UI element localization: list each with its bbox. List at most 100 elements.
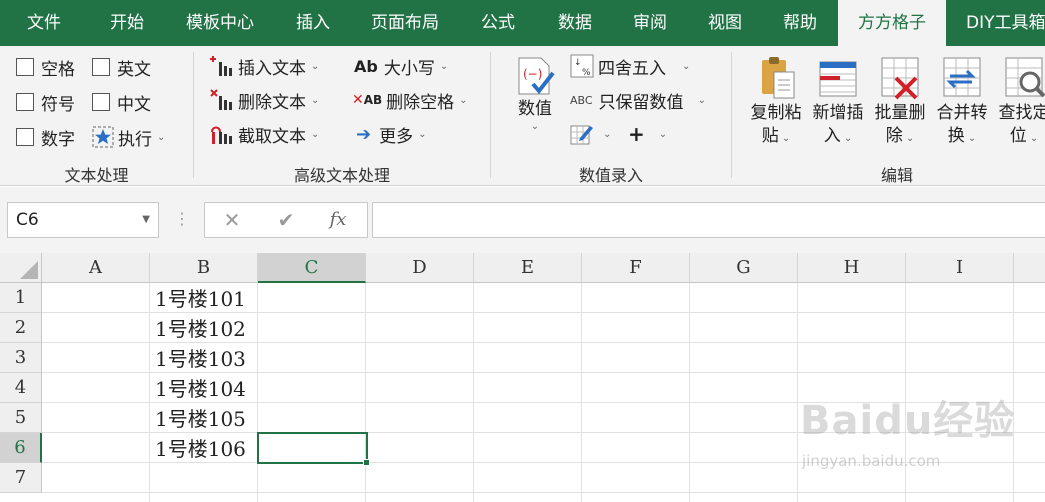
chevron-down-icon: ⌄ [1026,133,1039,144]
tab-insert[interactable]: 插入 [274,0,352,46]
column-header-partial[interactable] [1014,253,1045,283]
worksheet-grid[interactable]: ABCDEFGHI 1234567 1号楼101 1号楼102 1号楼103 1… [0,253,1045,502]
merge-convert-label-line1: 合并转 [936,103,988,123]
column-header-i[interactable]: I [906,253,1014,283]
find-locate-icon [1005,57,1045,98]
cell-b5[interactable]: 1号楼105 [150,404,246,434]
batch-delete-button[interactable]: 批量删 除 ⌄ [870,54,930,150]
formula-input[interactable] [372,202,1045,238]
tab-home[interactable]: 开始 [88,0,166,46]
column-header-g[interactable]: G [690,253,798,283]
tab-template-center[interactable]: 模板中心 [166,0,274,46]
active-cell-c6[interactable] [257,432,368,464]
vertical-dots-icon[interactable]: ⋮ [174,209,190,228]
cell-b1[interactable]: 1号楼101 [150,284,246,314]
checkbox-space[interactable]: 空格 [16,52,75,82]
select-all-corner[interactable] [0,253,42,283]
extract-text-button[interactable]: 截取文本 ⌄ [210,119,319,149]
chevron-down-icon: ⌄ [964,133,977,144]
name-box[interactable]: C6 ▼ [7,202,159,238]
chevron-down-icon: ⌄ [459,94,468,106]
keep-numbers-button[interactable]: ABC 只保留数值 ⌄ [570,85,706,115]
cell-b3[interactable]: 1号楼103 [150,344,246,374]
case-label: 大小写 [383,58,435,79]
row-header-7[interactable]: 7 [0,463,42,493]
row-header-5[interactable]: 5 [0,403,42,433]
column-header-c[interactable]: C [258,253,366,283]
merge-convert-icon [943,57,981,97]
row-header-4[interactable]: 4 [0,373,42,403]
fill-handle[interactable] [363,459,370,466]
extract-text-icon [210,122,234,146]
tab-data[interactable]: 数据 [538,0,612,46]
column-header-b[interactable]: B [150,253,258,283]
chevron-down-icon: ⌄ [697,94,706,106]
column-header-a[interactable]: A [42,253,150,283]
numeric-icon: (−) [518,57,555,95]
remove-spaces-button[interactable]: ✕ AB 删除空格 ⌄ [352,85,468,115]
ribbon: 空格 英文 符号 中文 数字 执行 ⌄ 文本处理 插入文本 ⌄ 删除文本 ⌄ 截… [0,46,1045,186]
chevron-down-icon: ⌄ [603,128,612,140]
tab-formulas[interactable]: 公式 [458,0,538,46]
copy-paste-button[interactable]: 复制粘 贴 ⌄ [746,54,806,150]
tab-view[interactable]: 视图 [688,0,762,46]
column-header-h[interactable]: H [798,253,906,283]
round-button[interactable]: ↓% 四舍五入 ⌄ [570,51,690,81]
merge-convert-button[interactable]: 合并转 换 ⌄ [932,54,992,150]
case-button[interactable]: Ab 大小写 ⌄ [354,51,448,81]
checkbox-icon [16,58,34,76]
checkbox-symbol[interactable]: 符号 [16,87,75,117]
tab-fangfang-gezi[interactable]: 方方格子 [838,0,946,46]
column-header-e[interactable]: E [474,253,582,283]
formula-buttons: ✕ ✔ fx [204,202,368,238]
chevron-down-icon: ⌄ [157,131,166,143]
column-header-d[interactable]: D [366,253,474,283]
row-header-1[interactable]: 1 [0,283,42,313]
insert-function-icon[interactable]: fx [323,203,353,237]
insert-text-label: 插入文本 [238,58,306,79]
more-button[interactable]: ➔ 更多 ⌄ [356,119,426,149]
grid-vline [689,283,690,502]
row-header-2[interactable]: 2 [0,313,42,343]
tab-page-layout[interactable]: 页面布局 [352,0,458,46]
group-label-numeric-entry: 数值录入 [578,166,643,185]
insert-text-button[interactable]: 插入文本 ⌄ [210,51,319,81]
chevron-down-icon: ⌄ [418,128,427,140]
edit-grid-button[interactable]: ⌄ [570,119,611,149]
add-insert-button[interactable]: 新增插 入 ⌄ [808,54,868,150]
cell-b6[interactable]: 1号楼106 [150,434,246,464]
tab-review[interactable]: 审阅 [612,0,688,46]
row-header-6[interactable]: 6 [0,433,42,463]
merge-convert-label-line2: 换 ⌄ [947,126,977,146]
batch-delete-label-line2: 除 ⌄ [885,126,915,146]
delete-text-button[interactable]: 删除文本 ⌄ [210,85,319,115]
row-header-3[interactable]: 3 [0,343,42,373]
clipboard-icon [762,57,795,99]
execute-star-icon [92,126,114,148]
checkbox-number[interactable]: 数字 [16,122,75,152]
find-locate-label-line2: 位 ⌄ [1009,126,1039,146]
group-divider [731,52,732,178]
confirm-icon[interactable]: ✔ [271,203,301,237]
keep-numbers-abc-icon: ABC [570,93,593,107]
chevron-down-icon[interactable]: ▼ [142,203,150,237]
batch-delete-icon [881,57,919,100]
extract-text-label: 截取文本 [238,126,306,147]
chevron-down-icon: ⌄ [311,94,320,106]
execute-button[interactable]: 执行 ⌄ [92,122,165,152]
numeric-button[interactable]: (−) 数值 ⌄ [508,54,562,132]
cancel-icon[interactable]: ✕ [217,203,247,237]
cell-b4[interactable]: 1号楼104 [150,374,246,404]
chevron-down-icon: ⌄ [311,128,320,140]
tab-file[interactable]: 文件 [0,0,88,46]
tab-help[interactable]: 帮助 [762,0,838,46]
plus-button[interactable]: + ⌄ [628,119,667,149]
column-header-f[interactable]: F [582,253,690,283]
chevron-down-icon: ⌄ [682,60,691,72]
checkbox-chinese[interactable]: 中文 [92,87,151,117]
checkbox-english[interactable]: 英文 [92,52,151,82]
grid-hline [42,492,1045,493]
tab-diy-toolbox[interactable]: DIY工具箱 [946,0,1045,46]
find-locate-button[interactable]: 查找定 位 ⌄ [994,54,1045,150]
cell-b2[interactable]: 1号楼102 [150,314,246,344]
